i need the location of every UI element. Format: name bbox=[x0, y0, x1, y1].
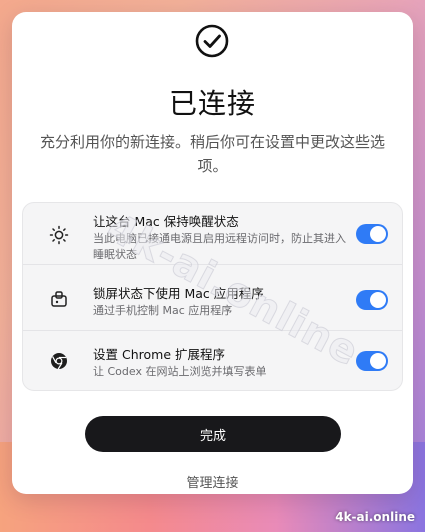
connected-dialog: 已连接 充分利用你的新连接。稍后你可在设置中更改这些选项。 让这台 Mac 保持… bbox=[12, 12, 413, 494]
sun-icon bbox=[49, 225, 69, 245]
keep-awake-toggle[interactable] bbox=[356, 224, 388, 244]
corner-watermark: 4k-ai.online bbox=[335, 510, 415, 524]
dialog-subtitle: 充分利用你的新连接。稍后你可在设置中更改这些选项。 bbox=[39, 133, 385, 175]
dialog-title: 已连接 bbox=[168, 87, 256, 120]
lock-screen-icon bbox=[51, 291, 67, 307]
chrome-extension-toggle[interactable] bbox=[356, 351, 388, 371]
manage-connection-link[interactable]: 管理连接 bbox=[12, 472, 413, 491]
locked-apps-toggle[interactable] bbox=[356, 290, 388, 310]
chrome-icon bbox=[51, 353, 67, 370]
done-button[interactable]: 完成 bbox=[85, 416, 341, 452]
setting-description: 让 Codex 在网站上浏览并填写表单 bbox=[93, 365, 267, 378]
checkmark-circle-icon bbox=[195, 24, 229, 58]
